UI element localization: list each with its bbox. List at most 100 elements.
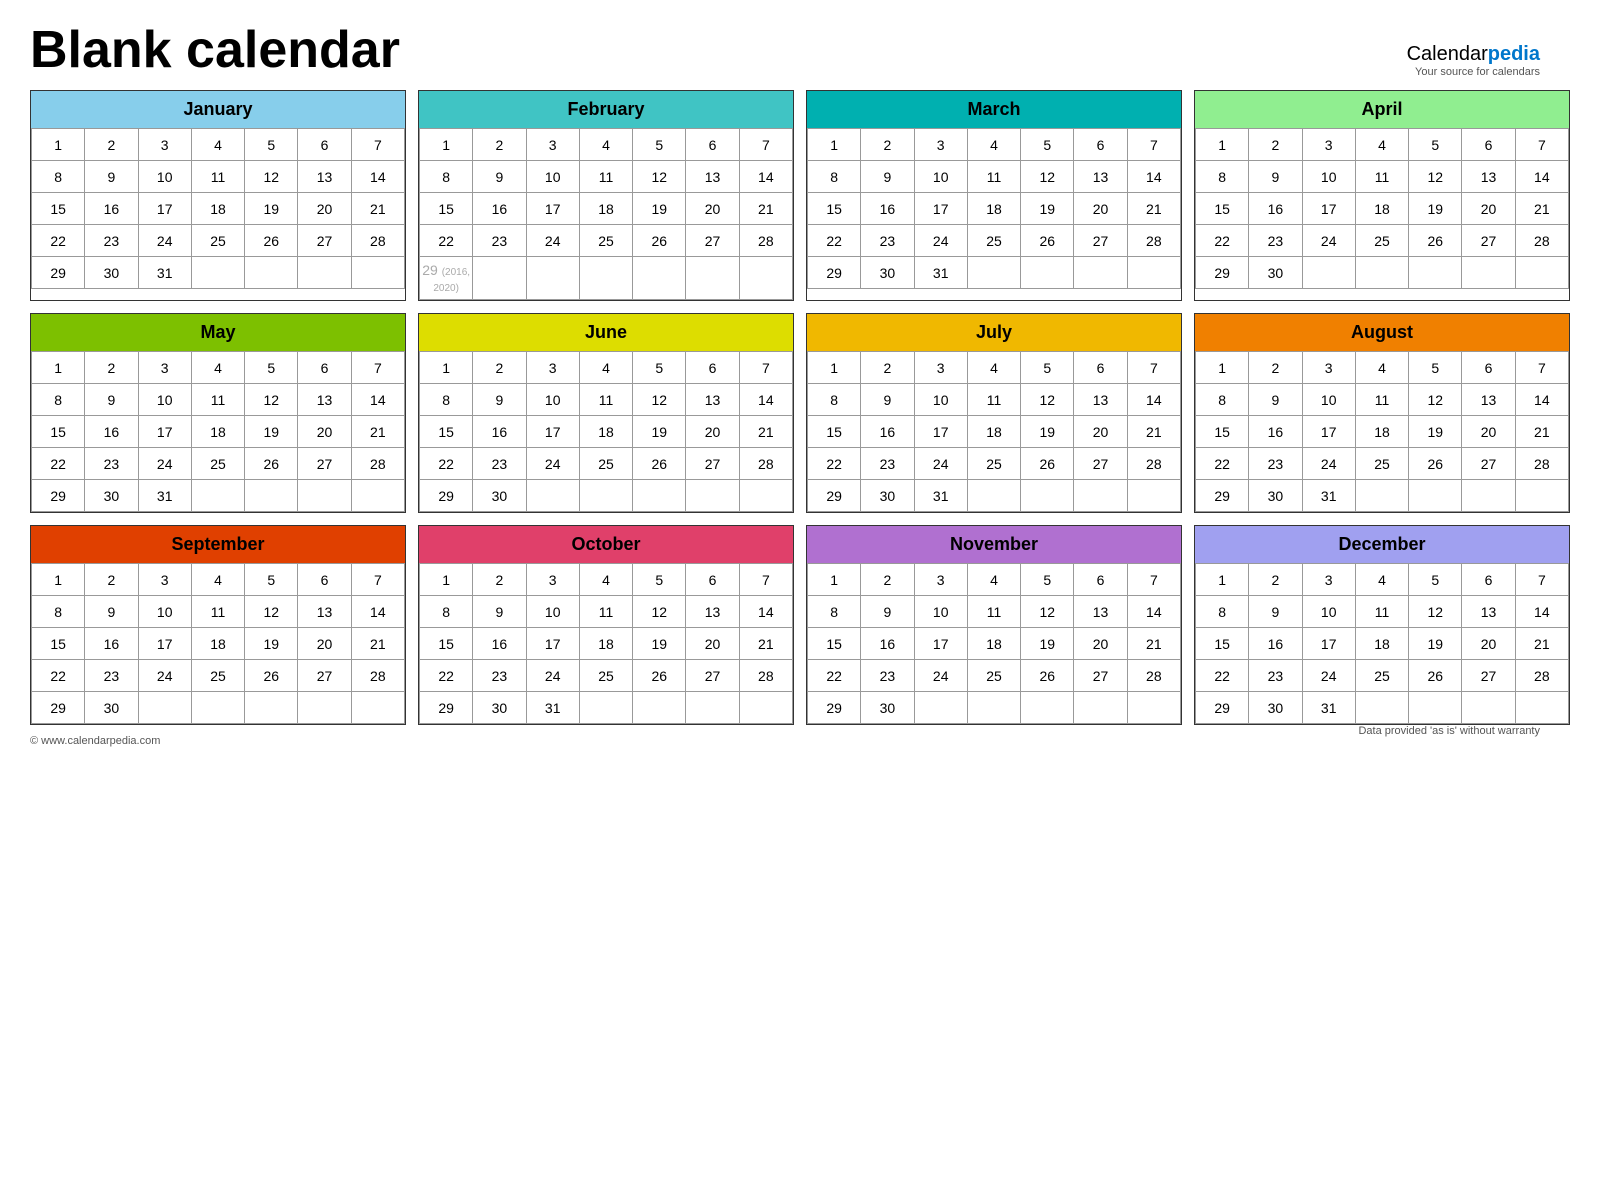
day-cell: 19 bbox=[1021, 416, 1074, 448]
day-cell: 19 bbox=[1409, 628, 1462, 660]
month-table-october: 1234567891011121314151617181920212223242… bbox=[419, 563, 793, 724]
day-cell bbox=[633, 257, 686, 300]
day-cell bbox=[245, 257, 298, 289]
day-cell: 26 bbox=[633, 660, 686, 692]
day-cell: 17 bbox=[138, 628, 191, 660]
day-cell: 26 bbox=[633, 448, 686, 480]
table-row: 293031 bbox=[1196, 692, 1569, 724]
day-cell: 10 bbox=[138, 161, 191, 193]
day-cell: 25 bbox=[579, 225, 632, 257]
day-cell: 10 bbox=[138, 596, 191, 628]
day-cell: 29 bbox=[808, 480, 861, 512]
day-cell: 13 bbox=[1462, 596, 1515, 628]
day-cell: 13 bbox=[298, 384, 351, 416]
day-cell bbox=[579, 480, 632, 512]
day-cell: 5 bbox=[1021, 352, 1074, 384]
day-cell: 15 bbox=[808, 193, 861, 225]
day-cell: 9 bbox=[85, 161, 138, 193]
day-cell: 8 bbox=[808, 384, 861, 416]
day-cell: 20 bbox=[298, 193, 351, 225]
day-cell: 25 bbox=[967, 448, 1020, 480]
day-cell: 19 bbox=[245, 193, 298, 225]
day-cell: 27 bbox=[1074, 660, 1127, 692]
day-cell bbox=[967, 692, 1020, 724]
day-cell: 5 bbox=[1021, 564, 1074, 596]
table-row: 891011121314 bbox=[808, 161, 1181, 193]
day-cell: 11 bbox=[967, 596, 1020, 628]
table-row: 15161718192021 bbox=[32, 416, 405, 448]
day-cell: 11 bbox=[579, 596, 632, 628]
day-cell: 21 bbox=[739, 628, 792, 660]
month-table-september: 1234567891011121314151617181920212223242… bbox=[31, 563, 405, 724]
day-cell: 3 bbox=[526, 129, 579, 161]
day-cell: 14 bbox=[1515, 596, 1568, 628]
day-cell: 19 bbox=[245, 416, 298, 448]
day-cell: 7 bbox=[1127, 129, 1180, 161]
day-cell: 20 bbox=[1462, 193, 1515, 225]
day-cell: 1 bbox=[1196, 129, 1249, 161]
month-header-march: March bbox=[807, 91, 1181, 128]
day-cell: 14 bbox=[351, 384, 404, 416]
day-cell: 4 bbox=[579, 564, 632, 596]
day-cell: 2 bbox=[1249, 129, 1302, 161]
day-cell: 22 bbox=[1196, 448, 1249, 480]
day-cell: 24 bbox=[526, 448, 579, 480]
day-cell: 24 bbox=[138, 660, 191, 692]
table-row: 1234567 bbox=[420, 564, 793, 596]
day-cell: 12 bbox=[633, 161, 686, 193]
day-cell: 5 bbox=[633, 564, 686, 596]
day-cell: 2 bbox=[85, 129, 138, 161]
table-row: 22232425262728 bbox=[32, 448, 405, 480]
day-cell: 9 bbox=[861, 596, 914, 628]
day-cell: 1 bbox=[1196, 564, 1249, 596]
day-cell: 23 bbox=[861, 448, 914, 480]
day-cell: 9 bbox=[85, 596, 138, 628]
day-cell: 29 bbox=[1196, 480, 1249, 512]
table-row: 891011121314 bbox=[420, 384, 793, 416]
day-cell: 1 bbox=[420, 352, 473, 384]
table-row: 2930 bbox=[420, 480, 793, 512]
day-cell: 21 bbox=[1127, 193, 1180, 225]
day-cell: 1 bbox=[32, 564, 85, 596]
day-cell: 22 bbox=[32, 660, 85, 692]
day-cell: 11 bbox=[1355, 161, 1408, 193]
day-cell: 28 bbox=[351, 660, 404, 692]
day-cell: 19 bbox=[1021, 193, 1074, 225]
day-cell: 19 bbox=[1409, 193, 1462, 225]
day-cell: 17 bbox=[138, 193, 191, 225]
table-row: 15161718192021 bbox=[420, 193, 793, 225]
day-cell: 25 bbox=[1355, 660, 1408, 692]
day-cell: 26 bbox=[1409, 660, 1462, 692]
day-cell bbox=[579, 257, 632, 300]
day-cell: 27 bbox=[1462, 448, 1515, 480]
day-cell: 29 bbox=[420, 480, 473, 512]
day-cell: 22 bbox=[32, 448, 85, 480]
day-cell bbox=[526, 480, 579, 512]
table-row: 1234567 bbox=[808, 564, 1181, 596]
table-row: 15161718192021 bbox=[420, 416, 793, 448]
day-cell: 18 bbox=[579, 628, 632, 660]
day-cell: 8 bbox=[808, 161, 861, 193]
day-cell: 28 bbox=[1515, 225, 1568, 257]
table-row: 15161718192021 bbox=[1196, 628, 1569, 660]
day-cell: 10 bbox=[526, 384, 579, 416]
day-cell: 2 bbox=[85, 352, 138, 384]
day-cell: 22 bbox=[808, 448, 861, 480]
day-cell: 17 bbox=[1302, 193, 1355, 225]
day-cell: 28 bbox=[1515, 660, 1568, 692]
day-cell: 9 bbox=[1249, 596, 1302, 628]
day-cell bbox=[1127, 480, 1180, 512]
day-cell: 19 bbox=[1409, 416, 1462, 448]
day-cell: 5 bbox=[1409, 129, 1462, 161]
day-cell: 18 bbox=[967, 416, 1020, 448]
day-cell: 25 bbox=[967, 225, 1020, 257]
day-cell: 22 bbox=[808, 660, 861, 692]
day-cell: 20 bbox=[686, 416, 739, 448]
day-cell: 27 bbox=[298, 660, 351, 692]
table-row: 22232425262728 bbox=[1196, 225, 1569, 257]
day-cell: 15 bbox=[32, 193, 85, 225]
day-cell: 10 bbox=[526, 596, 579, 628]
month-block-august: August1234567891011121314151617181920212… bbox=[1194, 313, 1570, 513]
day-cell: 26 bbox=[1021, 448, 1074, 480]
day-cell bbox=[1409, 480, 1462, 512]
